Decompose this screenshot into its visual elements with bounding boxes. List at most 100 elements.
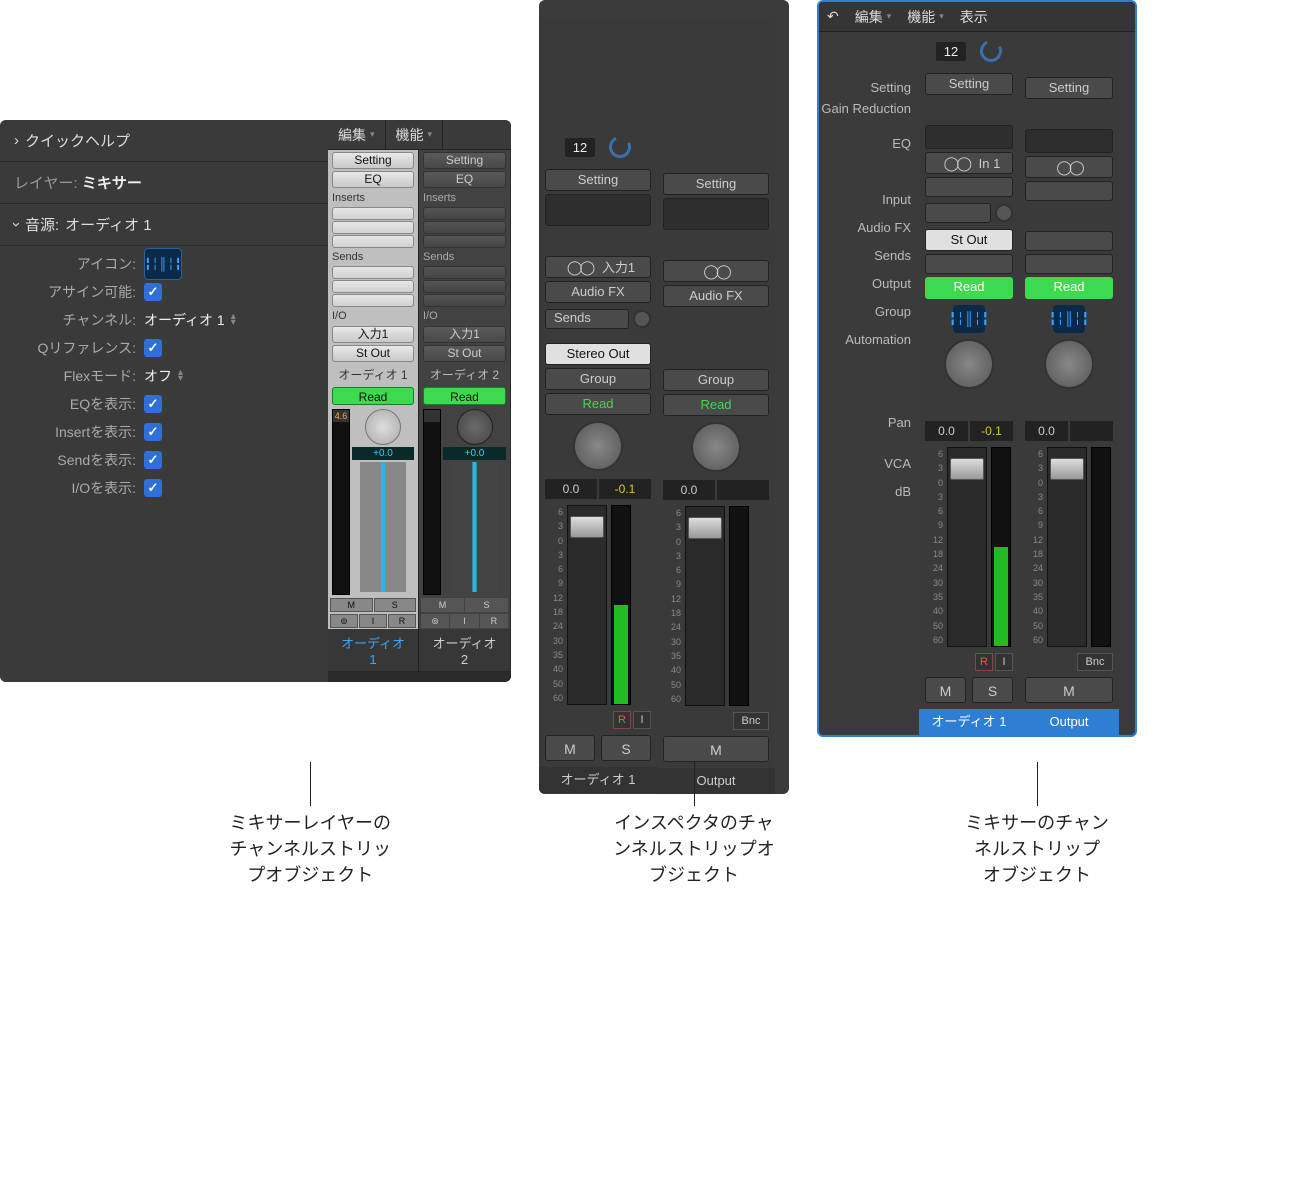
input-button[interactable]: ◯◯ 入力1	[545, 256, 651, 278]
sends-knob[interactable]	[995, 204, 1013, 222]
audiofx-slot[interactable]	[925, 177, 1013, 197]
strip-footer-label[interactable]: Output	[1019, 709, 1119, 735]
fader[interactable]	[685, 506, 725, 706]
track-icon[interactable]: ╏╎║╎╏	[953, 305, 985, 333]
value-chip[interactable]: 12	[565, 138, 595, 157]
record-button[interactable]: R	[480, 614, 508, 628]
view-menu[interactable]: 表示	[952, 2, 996, 31]
assign-checkbox[interactable]	[144, 283, 162, 301]
fader[interactable]	[1047, 447, 1087, 647]
eq-button[interactable]: EQ	[423, 171, 506, 188]
channel-dropdown[interactable]: オーディオ 1▴▾	[144, 310, 236, 330]
inspector-strip-output[interactable]: Setting ◯◯ Audio FX Group Read 0.0 63036…	[657, 20, 775, 794]
send-slot[interactable]	[423, 280, 506, 293]
bounce-button[interactable]: Bnc	[733, 712, 769, 730]
fader[interactable]	[947, 447, 987, 647]
flex-dropdown[interactable]: オフ▴▾	[144, 366, 183, 386]
input-button[interactable]: 入力1	[332, 326, 414, 343]
strip-footer-label[interactable]: オーディオ 1	[919, 709, 1019, 735]
inspector-strip-audio1[interactable]: 12 Setting ◯◯ 入力1 Audio FX Sends Stereo …	[539, 20, 657, 794]
pan-knob[interactable]	[691, 422, 741, 472]
input-button[interactable]: 入力1	[423, 326, 506, 343]
input-button[interactable]: ◯◯ In 1	[925, 152, 1013, 174]
bounce-button[interactable]: Bnc	[1077, 653, 1113, 671]
setting-button[interactable]: Setting	[545, 169, 651, 191]
send-slot[interactable]	[332, 280, 414, 293]
mute-button[interactable]: M	[545, 735, 595, 761]
input-monitor-button[interactable]: I	[995, 653, 1013, 671]
setting-button[interactable]: Setting	[332, 152, 414, 169]
setting-button[interactable]: Setting	[925, 73, 1013, 95]
strip-footer-label[interactable]: Output	[657, 768, 775, 794]
edit-menu[interactable]: 編集▾	[328, 120, 386, 149]
back-button[interactable]: ↶	[819, 2, 847, 31]
eq-display[interactable]	[925, 125, 1013, 149]
solo-button[interactable]: S	[972, 677, 1013, 703]
stereo-button[interactable]: ⊚	[421, 614, 449, 628]
output-button[interactable]: St Out	[423, 345, 506, 362]
stereo-button[interactable]: ⊚	[330, 614, 358, 628]
fader-cap[interactable]	[570, 516, 604, 538]
value-chip[interactable]: 12	[936, 42, 966, 61]
mini-strip-1[interactable]: Setting EQ Inserts Sends I/O 入力1 St Out …	[328, 150, 419, 671]
insert-slot[interactable]	[332, 207, 414, 220]
input-button[interactable]: ◯◯	[663, 260, 769, 282]
audiofx-slot[interactable]	[1025, 181, 1113, 201]
edit-menu[interactable]: 編集▾	[847, 2, 900, 31]
eq-button[interactable]: EQ	[332, 171, 414, 188]
show-insert-checkbox[interactable]	[144, 423, 162, 441]
insert-slot[interactable]	[332, 235, 414, 248]
show-eq-checkbox[interactable]	[144, 395, 162, 413]
pan-knob[interactable]	[1044, 339, 1094, 389]
automation-read-button[interactable]: Read	[925, 277, 1013, 299]
send-slot[interactable]	[423, 266, 506, 279]
mute-button[interactable]: M	[925, 677, 966, 703]
qref-checkbox[interactable]	[144, 339, 162, 357]
pan-knob[interactable]	[365, 409, 401, 445]
insert-slot[interactable]	[423, 221, 506, 234]
pan-knob[interactable]	[573, 421, 623, 471]
setting-button[interactable]: Setting	[1025, 77, 1113, 99]
solo-button[interactable]: S	[465, 598, 508, 612]
eq-display[interactable]	[663, 198, 769, 230]
send-slot[interactable]	[423, 294, 506, 307]
output-button[interactable]: St Out	[332, 345, 414, 362]
insert-slot[interactable]	[423, 207, 506, 220]
track-icon[interactable]: ╏╎║╎╏	[1053, 305, 1085, 333]
record-enable-button[interactable]: R	[613, 711, 631, 729]
output-button[interactable]: Stereo Out	[545, 343, 651, 365]
fader[interactable]	[360, 462, 406, 592]
group-button[interactable]: Group	[545, 368, 651, 390]
record-enable-button[interactable]: R	[975, 653, 993, 671]
read-button[interactable]: Read	[332, 387, 414, 405]
group-slot[interactable]	[925, 254, 1013, 274]
fader[interactable]	[567, 505, 607, 705]
eq-display[interactable]	[1025, 129, 1113, 153]
show-send-checkbox[interactable]	[144, 451, 162, 469]
audiofx-button[interactable]: Audio FX	[545, 281, 651, 303]
quick-help-header[interactable]: › クイックヘルプ	[0, 120, 328, 162]
input-monitor-button[interactable]: I	[450, 614, 478, 628]
source-header[interactable]: › 音源: オーディオ 1	[0, 204, 328, 246]
sends-button[interactable]: Sends	[545, 309, 629, 329]
mute-button[interactable]: M	[330, 598, 373, 612]
mini-strip-2[interactable]: Setting EQ Inserts Sends I/O 入力1 St Out …	[419, 150, 510, 671]
pan-knob[interactable]	[457, 409, 493, 445]
automation-read-button[interactable]: Read	[663, 394, 769, 416]
insert-slot[interactable]	[332, 221, 414, 234]
record-button[interactable]: R	[388, 614, 416, 628]
fader-cap[interactable]	[688, 517, 722, 539]
send-slot[interactable]	[332, 294, 414, 307]
insert-slot[interactable]	[423, 235, 506, 248]
mixer-strip-audio1[interactable]: 12 Setting ◯◯ In 1 St Out Read ╏╎║╎╏ 0.0…	[919, 32, 1019, 735]
track-icon-button[interactable]: ╏╎║╎╏	[144, 248, 182, 280]
group-slot[interactable]	[1025, 254, 1113, 274]
function-menu[interactable]: 機能▾	[386, 120, 444, 149]
setting-button[interactable]: Setting	[423, 152, 506, 169]
automation-read-button[interactable]: Read	[1025, 277, 1113, 299]
solo-button[interactable]: S	[601, 735, 651, 761]
strip-label[interactable]: オーディオ 1	[328, 629, 418, 671]
group-button[interactable]: Group	[663, 369, 769, 391]
show-io-checkbox[interactable]	[144, 479, 162, 497]
mute-button[interactable]: M	[663, 736, 769, 762]
